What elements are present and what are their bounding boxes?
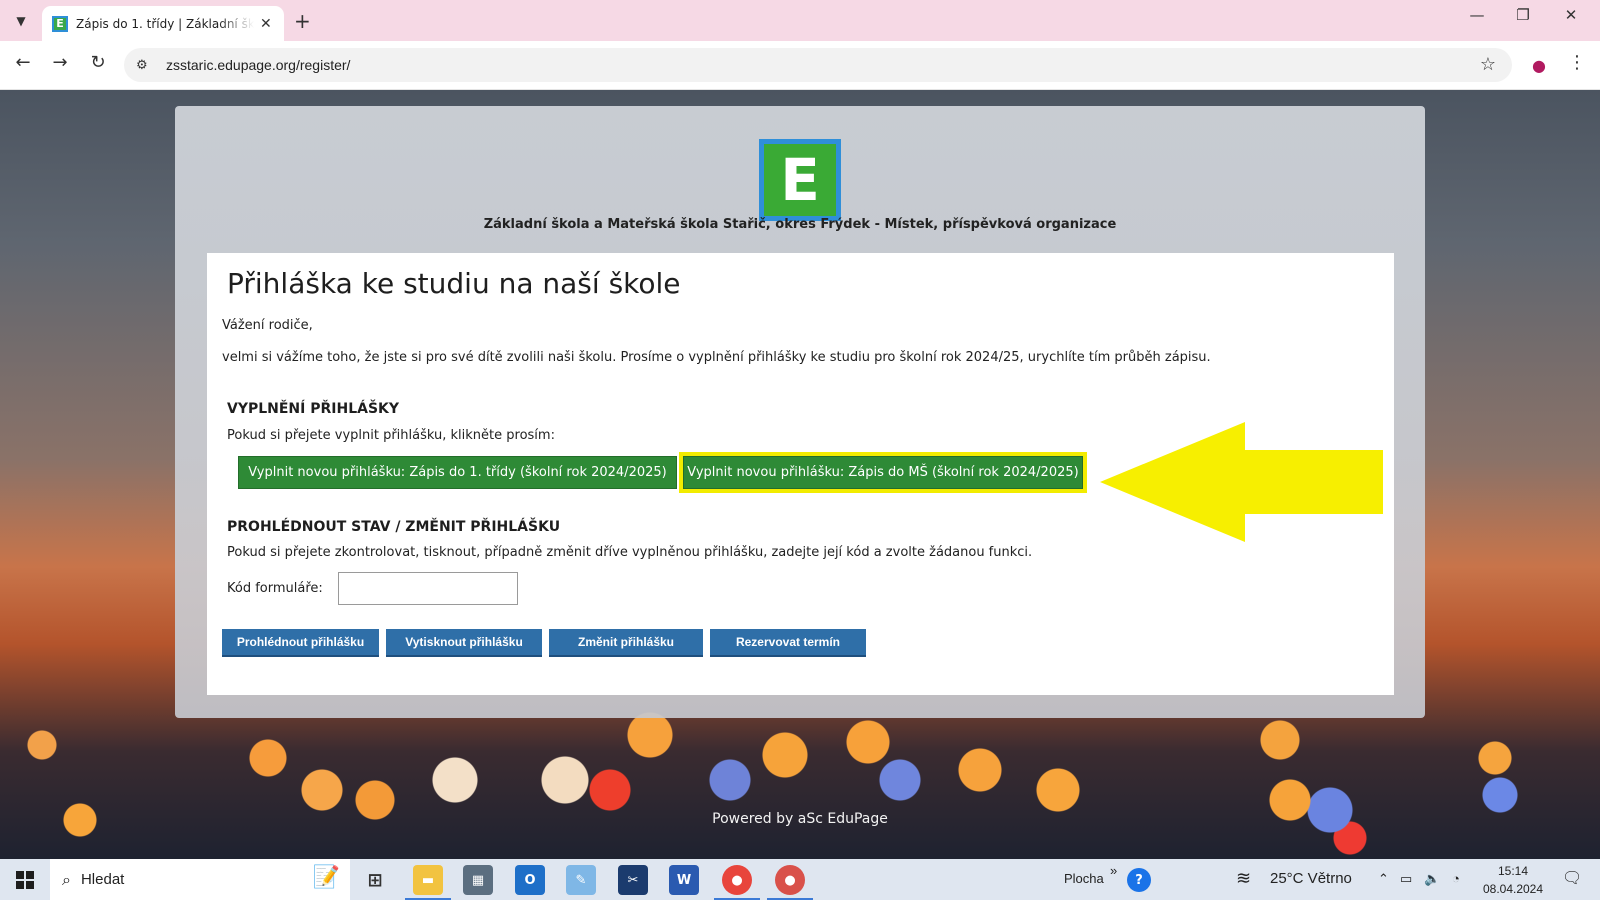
word-icon[interactable]: W: [669, 865, 699, 895]
reserve-term-button[interactable]: Rezervovat termín: [710, 629, 866, 657]
snipping-tool-icon[interactable]: ✂: [618, 865, 648, 895]
forward-icon[interactable]: →: [47, 52, 73, 73]
tab-list-chevron-icon[interactable]: ▼: [8, 8, 34, 34]
edupage-favicon-icon: E: [52, 15, 68, 32]
tab-close-icon[interactable]: ✕: [260, 16, 272, 32]
clock-time: 15:14: [1497, 864, 1529, 878]
review-text: Pokud si přejete zkontrolovat, tisknout,…: [227, 545, 1033, 560]
address-bar[interactable]: ⚙ zsstaric.edupage.org/register/ ☆: [124, 48, 1512, 82]
outlook-icon[interactable]: O: [515, 865, 545, 895]
page-viewport: E Základní škola a Mateřská škola Stařič…: [0, 90, 1600, 859]
yellow-arrow-annotation: [1100, 422, 1383, 542]
new-tab-icon[interactable]: +: [294, 9, 311, 33]
fill-text: Pokud si přejete vyplnit přihlášku, klik…: [227, 428, 555, 443]
browser-tab-active[interactable]: E Zápis do 1. třídy | Základní škola a M…: [42, 6, 284, 41]
desktop-label[interactable]: Plocha: [1064, 871, 1104, 886]
task-view-icon[interactable]: ⊞: [360, 865, 390, 895]
edupage-logo-icon: E: [764, 144, 836, 216]
clock-date: 08.04.2024: [1482, 882, 1544, 896]
paint-icon[interactable]: ✎: [566, 865, 596, 895]
change-application-button[interactable]: Změnit přihlášku: [549, 629, 703, 657]
weather-wind-icon[interactable]: ≋: [1236, 868, 1251, 889]
greeting-text: Vážení rodiče,: [222, 318, 313, 333]
intro-text: velmi si vážíme toho, že jste si pro své…: [222, 350, 1211, 365]
view-application-button[interactable]: Prohlédnout přihlášku: [222, 629, 379, 657]
taskbar-clock[interactable]: 15:14 08.04.2024: [1478, 862, 1548, 898]
help-notification-icon[interactable]: ?: [1127, 868, 1151, 892]
tab-title: Zápis do 1. třídy | Základní škola a Mat…: [76, 16, 254, 31]
chrome-profile-icon[interactable]: ●: [767, 865, 813, 900]
chrome-icon[interactable]: ●: [714, 865, 760, 900]
school-name: Základní škola a Mateřská škola Stařič, …: [483, 217, 1117, 232]
windows-start-icon[interactable]: [16, 871, 34, 889]
notifications-icon[interactable]: 🗨: [1562, 868, 1582, 888]
fill-heading: VYPLNĚNÍ PŘIHLÁŠKY: [227, 401, 400, 417]
search-highlight-image: 📝: [312, 865, 340, 890]
calculator-icon[interactable]: ▦: [463, 865, 493, 895]
arrow-shape: [1100, 422, 1383, 542]
search-placeholder: Hledat: [80, 871, 125, 888]
new-application-ms-button[interactable]: Vyplnit novou přihlášku: Zápis do MŠ (šk…: [679, 452, 1087, 493]
wifi-icon[interactable]: ◔: [1452, 871, 1460, 886]
form-code-input[interactable]: [338, 572, 518, 605]
form-code-label: Kód formuláře:: [227, 581, 323, 596]
print-application-button[interactable]: Vytisknout přihlášku: [386, 629, 542, 657]
profile-avatar-icon[interactable]: ●: [1528, 54, 1550, 76]
menu-kebab-icon[interactable]: ⋮: [1568, 52, 1586, 73]
url-text[interactable]: zsstaric.edupage.org/register/: [166, 57, 350, 73]
file-explorer-icon[interactable]: ▬: [405, 865, 451, 900]
minimize-icon[interactable]: —: [1462, 6, 1492, 24]
taskbar-search[interactable]: ⌕ Hledat 📝: [50, 859, 350, 900]
page-title: Přihláška ke studiu na naší škole: [227, 267, 681, 300]
new-application-first-grade-button[interactable]: Vyplnit novou přihlášku: Zápis do 1. tří…: [238, 456, 677, 489]
school-logo: E: [759, 139, 841, 221]
browser-tab-bar: ▼ E Zápis do 1. třídy | Základní škola a…: [0, 0, 1600, 41]
site-settings-icon[interactable]: ⚙: [136, 58, 156, 73]
browser-toolbar: ← → ↻ ⚙ zsstaric.edupage.org/register/ ☆…: [0, 41, 1600, 90]
review-heading: PROHLÉDNOUT STAV / ZMĚNIT PŘIHLÁŠKU: [227, 519, 561, 535]
powered-by-text[interactable]: Powered by aSc EduPage: [0, 811, 1600, 827]
windows-taskbar: ⌕ Hledat 📝 ⊞ ▬ ▦ O ✎ ✂ W ● ● Plocha » ? …: [0, 859, 1600, 900]
weather-text[interactable]: 25°C Větrno: [1270, 870, 1352, 887]
restore-icon[interactable]: ❐: [1508, 6, 1538, 24]
desktop-chevron-icon[interactable]: »: [1110, 863, 1117, 878]
bookmark-star-icon[interactable]: ☆: [1480, 54, 1496, 75]
reload-icon[interactable]: ↻: [85, 52, 111, 73]
back-icon[interactable]: ←: [10, 52, 36, 73]
tray-overflow-chevron-icon[interactable]: ⌃: [1378, 871, 1389, 887]
battery-icon[interactable]: ▭: [1400, 871, 1412, 887]
search-icon: ⌕: [62, 869, 71, 889]
window-close-icon[interactable]: ✕: [1556, 6, 1586, 24]
volume-icon[interactable]: 🔈: [1424, 871, 1440, 887]
